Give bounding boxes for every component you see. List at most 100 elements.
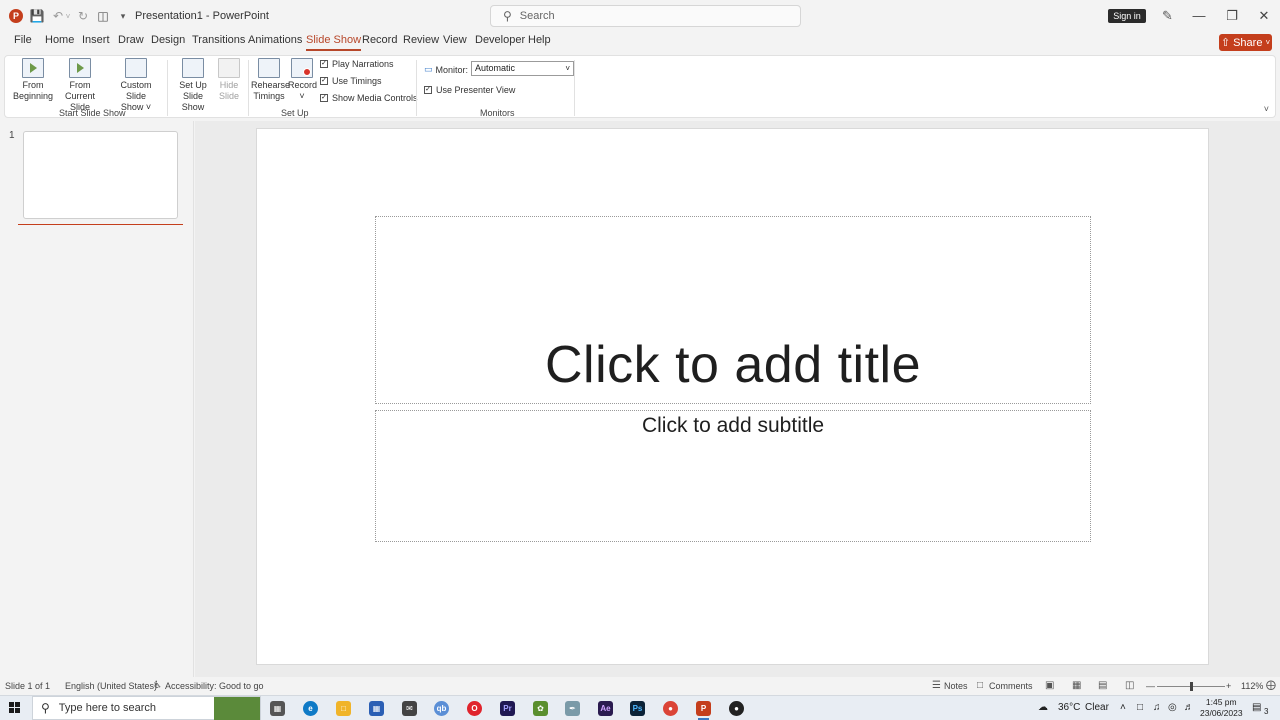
close-icon[interactable]: ✕ <box>1254 6 1274 26</box>
taskbar-search[interactable]: ⚲ Type here to search <box>32 696 261 720</box>
subtitle-placeholder[interactable]: Click to add subtitle <box>375 410 1091 542</box>
from-current-slide-icon <box>69 58 91 78</box>
taskbar-clock[interactable]: 1:45 pm 23/06/2023 <box>1200 697 1243 719</box>
accessibility-icon: ♿ <box>153 680 162 691</box>
temperature[interactable]: 36°C <box>1058 702 1080 713</box>
store-icon[interactable]: ▦ <box>369 701 384 716</box>
premiere-icon[interactable]: Pr <box>500 701 515 716</box>
setup-label-2: Slide Show <box>181 91 205 112</box>
tab-review[interactable]: Review <box>403 34 439 49</box>
rehearse-timings-button[interactable]: Rehearse Timings <box>251 58 290 102</box>
collapse-ribbon-icon[interactable]: ˅ <box>1264 104 1269 114</box>
group-label-start-slide-show: Start Slide Show <box>59 108 126 118</box>
slide-sorter-icon[interactable]: ▦ <box>1072 680 1081 691</box>
accessibility-status[interactable]: Accessibility: Good to go <box>165 681 264 691</box>
network-icon[interactable]: ◎ <box>1168 702 1177 713</box>
zoom-level[interactable]: 112% <box>1241 681 1263 691</box>
tab-draw[interactable]: Draw <box>118 34 144 49</box>
photoshop-icon[interactable]: Ps <box>630 701 645 716</box>
monitor-select[interactable]: Automatic ˅ <box>471 61 574 76</box>
slide-show-view-icon[interactable]: ◫ <box>1125 680 1134 691</box>
qb-icon[interactable]: qb <box>434 701 449 716</box>
restore-icon[interactable]: ❐ <box>1222 6 1242 26</box>
present-from-beginning-icon[interactable]: ◫ <box>96 9 110 23</box>
share-label: Share <box>1233 36 1263 49</box>
tab-developer[interactable]: Developer <box>475 34 525 49</box>
from-beginning-button[interactable]: From Beginning <box>13 58 53 102</box>
volume-icon[interactable]: ♬ <box>1184 702 1194 713</box>
set-up-slide-show-icon <box>182 58 204 78</box>
app-icon-tool[interactable]: ✒ <box>565 701 580 716</box>
group-label-set-up: Set Up <box>281 108 309 118</box>
record-button[interactable]: Record ˅ <box>288 58 317 102</box>
fit-to-window-icon[interactable]: ⨁ <box>1266 680 1276 691</box>
undo-dropdown-icon[interactable]: ˅ <box>64 9 72 23</box>
notes-icon: ☰ <box>932 680 941 691</box>
app-icon-green[interactable]: ✿ <box>533 701 548 716</box>
task-view-icon[interactable]: ▦ <box>270 701 285 716</box>
tab-home[interactable]: Home <box>45 34 74 49</box>
zoom-slider-thumb[interactable] <box>1190 682 1193 691</box>
tab-file[interactable]: File <box>14 34 32 49</box>
opera-icon[interactable]: O <box>467 701 482 716</box>
notification-center-icon[interactable]: ▤ <box>1252 702 1261 713</box>
tab-insert[interactable]: Insert <box>82 34 110 49</box>
from-current-slide-button[interactable]: From Current Slide <box>55 58 105 113</box>
language[interactable]: English (United States) <box>65 681 157 691</box>
share-button[interactable]: ⇧ Share ˅ <box>1219 34 1272 51</box>
separator <box>416 60 417 116</box>
app-icon-dark[interactable]: ● <box>729 701 744 716</box>
tab-design[interactable]: Design <box>151 34 185 49</box>
status-bar: Slide 1 of 1 English (United States) ♿ A… <box>0 677 1280 695</box>
comments-button[interactable]: Comments <box>989 681 1033 691</box>
powerpoint-taskbar-icon[interactable]: P <box>696 701 711 720</box>
hide-slide-button[interactable]: Hide Slide <box>217 58 241 102</box>
edge-icon[interactable]: e <box>303 701 318 716</box>
normal-view-icon[interactable]: ▣ <box>1045 680 1054 691</box>
pen-icon[interactable]: ✎ <box>1162 8 1173 24</box>
search-box[interactable]: ⚲ Search <box>490 5 801 27</box>
notes-button[interactable]: Notes <box>944 681 968 691</box>
mail-icon[interactable]: ✉ <box>402 701 417 716</box>
slide[interactable]: Click to add title Click to add subtitle <box>256 128 1209 665</box>
slide-thumbnail[interactable] <box>23 131 178 219</box>
search-highlight-image <box>214 697 260 720</box>
minimize-icon[interactable]: — <box>1189 6 1209 26</box>
sign-in-button[interactable]: Sign in <box>1108 9 1146 23</box>
rehearse-label-2: Timings <box>253 91 285 101</box>
file-explorer-icon[interactable]: □ <box>336 701 351 716</box>
redo-icon[interactable]: ↻ <box>76 9 90 23</box>
chrome-icon[interactable]: ● <box>663 701 678 716</box>
windows-start-icon[interactable] <box>9 702 21 714</box>
slide-canvas: Click to add title Click to add subtitle <box>195 121 1280 677</box>
search-icon: ⚲ <box>41 701 50 715</box>
show-hidden-icons-icon[interactable]: ˄ <box>1120 702 1126 713</box>
weather-status[interactable]: Clear <box>1085 702 1109 713</box>
zoom-in-icon[interactable]: + <box>1226 681 1231 691</box>
powerpoint-logo-icon: P <box>9 9 23 23</box>
set-up-slide-show-button[interactable]: Set Up Slide Show <box>171 58 215 113</box>
save-icon[interactable]: 💾 <box>30 9 45 23</box>
hide-slide-icon <box>218 58 240 78</box>
play-narrations-checkbox[interactable]: ✓ Play Narrations <box>320 59 394 69</box>
tab-transitions[interactable]: Transitions <box>192 34 245 49</box>
zoom-out-icon[interactable]: — <box>1146 681 1155 691</box>
tab-view[interactable]: View <box>443 34 467 49</box>
tab-record[interactable]: Record <box>362 34 397 49</box>
record-icon <box>291 58 313 78</box>
show-media-controls-checkbox[interactable]: ✓ Show Media Controls <box>320 93 418 103</box>
use-presenter-view-checkbox[interactable]: ✓ Use Presenter View <box>424 85 515 95</box>
tab-help[interactable]: Help <box>528 34 551 49</box>
customize-toolbar-icon[interactable]: ▾ <box>116 9 130 23</box>
custom-slide-show-button[interactable]: Custom Slide Show ˅ <box>111 58 161 113</box>
tray-app-icon[interactable]: □ <box>1137 702 1143 713</box>
tab-slide-show[interactable]: Slide Show <box>306 34 362 51</box>
reading-view-icon[interactable]: ▤ <box>1098 680 1107 691</box>
after-effects-icon[interactable]: Ae <box>598 701 613 716</box>
tab-animations[interactable]: Animations <box>248 34 302 49</box>
clock-date: 23/06/2023 <box>1200 708 1243 718</box>
title-placeholder[interactable]: Click to add title <box>375 216 1091 404</box>
use-timings-checkbox[interactable]: ✓ Use Timings <box>320 76 382 86</box>
microphone-icon[interactable]: ♫ <box>1153 702 1161 713</box>
undo-icon[interactable]: ↶ <box>51 9 65 23</box>
